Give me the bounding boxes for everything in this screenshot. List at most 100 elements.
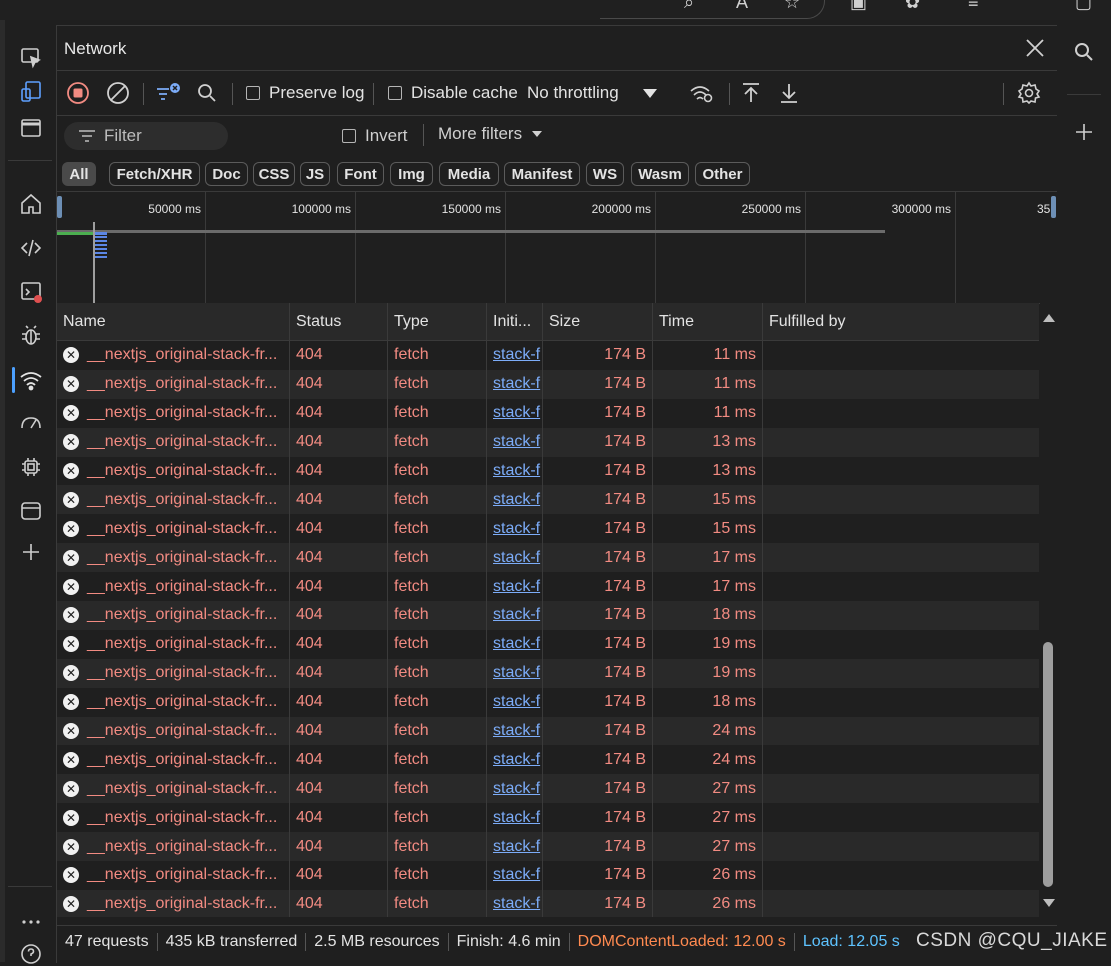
extension-icon[interactable]: ▣ [850, 0, 867, 13]
cell-initiator[interactable]: stack-f [487, 832, 543, 862]
column-header-size[interactable]: Size [543, 303, 653, 340]
read-aloud-icon[interactable]: A [736, 0, 748, 13]
table-scrollbar[interactable] [1040, 303, 1057, 917]
search-icon[interactable] [1072, 40, 1096, 64]
type-filter-font[interactable]: Font [337, 162, 384, 186]
collections-icon[interactable]: ≡ [968, 0, 979, 13]
application-panel-icon[interactable] [19, 499, 43, 523]
more-tools-plus-icon[interactable] [19, 540, 43, 564]
column-header-name[interactable]: Name [57, 303, 290, 340]
cell-initiator[interactable]: stack-f [487, 514, 543, 544]
initiator-link[interactable]: stack-f [493, 722, 540, 740]
welcome-home-icon[interactable] [19, 192, 43, 216]
invert-checkbox[interactable]: Invert [342, 124, 408, 148]
cell-initiator[interactable]: stack-f [487, 369, 543, 399]
cell-initiator[interactable]: stack-f [487, 687, 543, 717]
settings-gear-icon[interactable] [1017, 81, 1041, 105]
overview-left-handle[interactable] [57, 196, 62, 218]
table-row[interactable]: ✕ __nextjs_original-stack-fr... 404 fetch st… [57, 774, 1039, 804]
type-filter-all[interactable]: All [62, 162, 96, 186]
cell-initiator[interactable]: stack-f [487, 427, 543, 457]
cell-initiator[interactable]: stack-f [487, 398, 543, 428]
table-row[interactable]: ✕ __nextjs_original-stack-fr... 404 fetch st… [57, 716, 1039, 746]
table-row[interactable]: ✕ __nextjs_original-stack-fr... 404 fetch st… [57, 629, 1039, 659]
initiator-link[interactable]: stack-f [493, 635, 540, 653]
checkbox-box[interactable] [246, 86, 260, 100]
type-filter-ws[interactable]: WS [586, 162, 624, 186]
initiator-link[interactable]: stack-f [493, 433, 540, 451]
type-filter-manifest[interactable]: Manifest [504, 162, 580, 186]
disable-cache-checkbox[interactable]: Disable cache [388, 81, 518, 105]
filter-clear-icon[interactable] [155, 81, 181, 105]
export-har-icon[interactable] [777, 81, 801, 105]
column-header-type[interactable]: Type [388, 303, 487, 340]
overview-right-handle[interactable] [1051, 196, 1056, 218]
network-conditions-icon[interactable] [689, 81, 715, 105]
column-header-time[interactable]: Time [653, 303, 763, 340]
cell-initiator[interactable]: stack-f [487, 861, 543, 890]
table-row[interactable]: ✕ __nextjs_original-stack-fr... 404 fetch st… [57, 572, 1039, 602]
scroll-up-arrow[interactable] [1043, 314, 1055, 322]
help-icon[interactable] [19, 942, 43, 966]
initiator-link[interactable]: stack-f [493, 780, 540, 798]
initiator-link[interactable]: stack-f [493, 578, 540, 596]
cell-initiator[interactable]: stack-f [487, 341, 543, 370]
table-row[interactable]: ✕ __nextjs_original-stack-fr... 404 fetch st… [57, 341, 1039, 370]
preserve-log-checkbox[interactable]: Preserve log [246, 81, 364, 105]
checkbox-box[interactable] [388, 86, 402, 100]
table-row[interactable]: ✕ __nextjs_original-stack-fr... 404 fetch st… [57, 398, 1039, 428]
scroll-down-arrow[interactable] [1043, 899, 1055, 907]
initiator-link[interactable]: stack-f [493, 866, 540, 884]
favorite-star-icon[interactable]: ☆ [784, 0, 800, 13]
column-header-fulfilled-by[interactable]: Fulfilled by [763, 303, 1039, 340]
table-row[interactable]: ✕ __nextjs_original-stack-fr... 404 fetch st… [57, 369, 1039, 399]
table-row[interactable]: ✕ __nextjs_original-stack-fr... 404 fetch st… [57, 658, 1039, 688]
import-har-icon[interactable] [739, 81, 763, 105]
table-row[interactable]: ✕ __nextjs_original-stack-fr... 404 fetch st… [57, 861, 1039, 890]
table-row[interactable]: ✕ __nextjs_original-stack-fr... 404 fetch st… [57, 543, 1039, 573]
initiator-link[interactable]: stack-f [493, 404, 540, 422]
cell-initiator[interactable]: stack-f [487, 629, 543, 659]
window-icon[interactable] [19, 116, 43, 140]
cell-initiator[interactable]: stack-f [487, 745, 543, 775]
device-emulation-icon[interactable] [19, 80, 43, 104]
table-row[interactable]: ✕ __nextjs_original-stack-fr... 404 fetch st… [57, 803, 1039, 833]
initiator-link[interactable]: stack-f [493, 520, 540, 538]
initiator-link[interactable]: stack-f [493, 462, 540, 480]
table-row[interactable]: ✕ __nextjs_original-stack-fr... 404 fetch st… [57, 832, 1039, 862]
type-filter-fetch-xhr[interactable]: Fetch/XHR [109, 162, 200, 186]
type-filter-media[interactable]: Media [439, 162, 499, 186]
initiator-link[interactable]: stack-f [493, 693, 540, 711]
zoom-icon[interactable]: ⌕ [684, 0, 694, 13]
initiator-link[interactable]: stack-f [493, 346, 540, 364]
table-row[interactable]: ✕ __nextjs_original-stack-fr... 404 fetch st… [57, 456, 1039, 486]
timeline-overview[interactable]: 50000 ms 100000 ms 150000 ms 200000 ms 2… [57, 191, 1057, 304]
column-header-status[interactable]: Status [290, 303, 388, 340]
table-row[interactable]: ✕ __nextjs_original-stack-fr... 404 fetch st… [57, 485, 1039, 515]
table-row[interactable]: ✕ __nextjs_original-stack-fr... 404 fetch st… [57, 601, 1039, 630]
more-filters-dropdown[interactable]: More filters [438, 122, 543, 146]
type-filter-css[interactable]: CSS [253, 162, 295, 186]
initiator-link[interactable]: stack-f [493, 549, 540, 567]
cell-initiator[interactable]: stack-f [487, 543, 543, 573]
clear-icon[interactable] [106, 81, 130, 105]
cell-initiator[interactable]: stack-f [487, 485, 543, 515]
type-filter-img[interactable]: Img [390, 162, 433, 186]
column-header-initiator[interactable]: Initi... [487, 303, 543, 340]
initiator-link[interactable]: stack-f [493, 895, 540, 913]
search-icon[interactable] [195, 81, 219, 105]
inspect-element-icon[interactable] [19, 46, 43, 70]
table-row[interactable]: ✕ __nextjs_original-stack-fr... 404 fetch st… [57, 687, 1039, 717]
initiator-link[interactable]: stack-f [493, 664, 540, 682]
type-filter-js[interactable]: JS [300, 162, 330, 186]
memory-chip-icon[interactable] [19, 455, 43, 479]
initiator-link[interactable]: stack-f [493, 606, 540, 624]
type-filter-other[interactable]: Other [695, 162, 750, 186]
initiator-link[interactable]: stack-f [493, 838, 540, 856]
cell-initiator[interactable]: stack-f [487, 716, 543, 746]
network-wifi-icon[interactable] [19, 368, 43, 392]
console-icon[interactable] [19, 280, 43, 304]
initiator-link[interactable]: stack-f [493, 809, 540, 827]
table-row[interactable]: ✕ __nextjs_original-stack-fr... 404 fetch st… [57, 514, 1039, 544]
initiator-link[interactable]: stack-f [493, 751, 540, 769]
